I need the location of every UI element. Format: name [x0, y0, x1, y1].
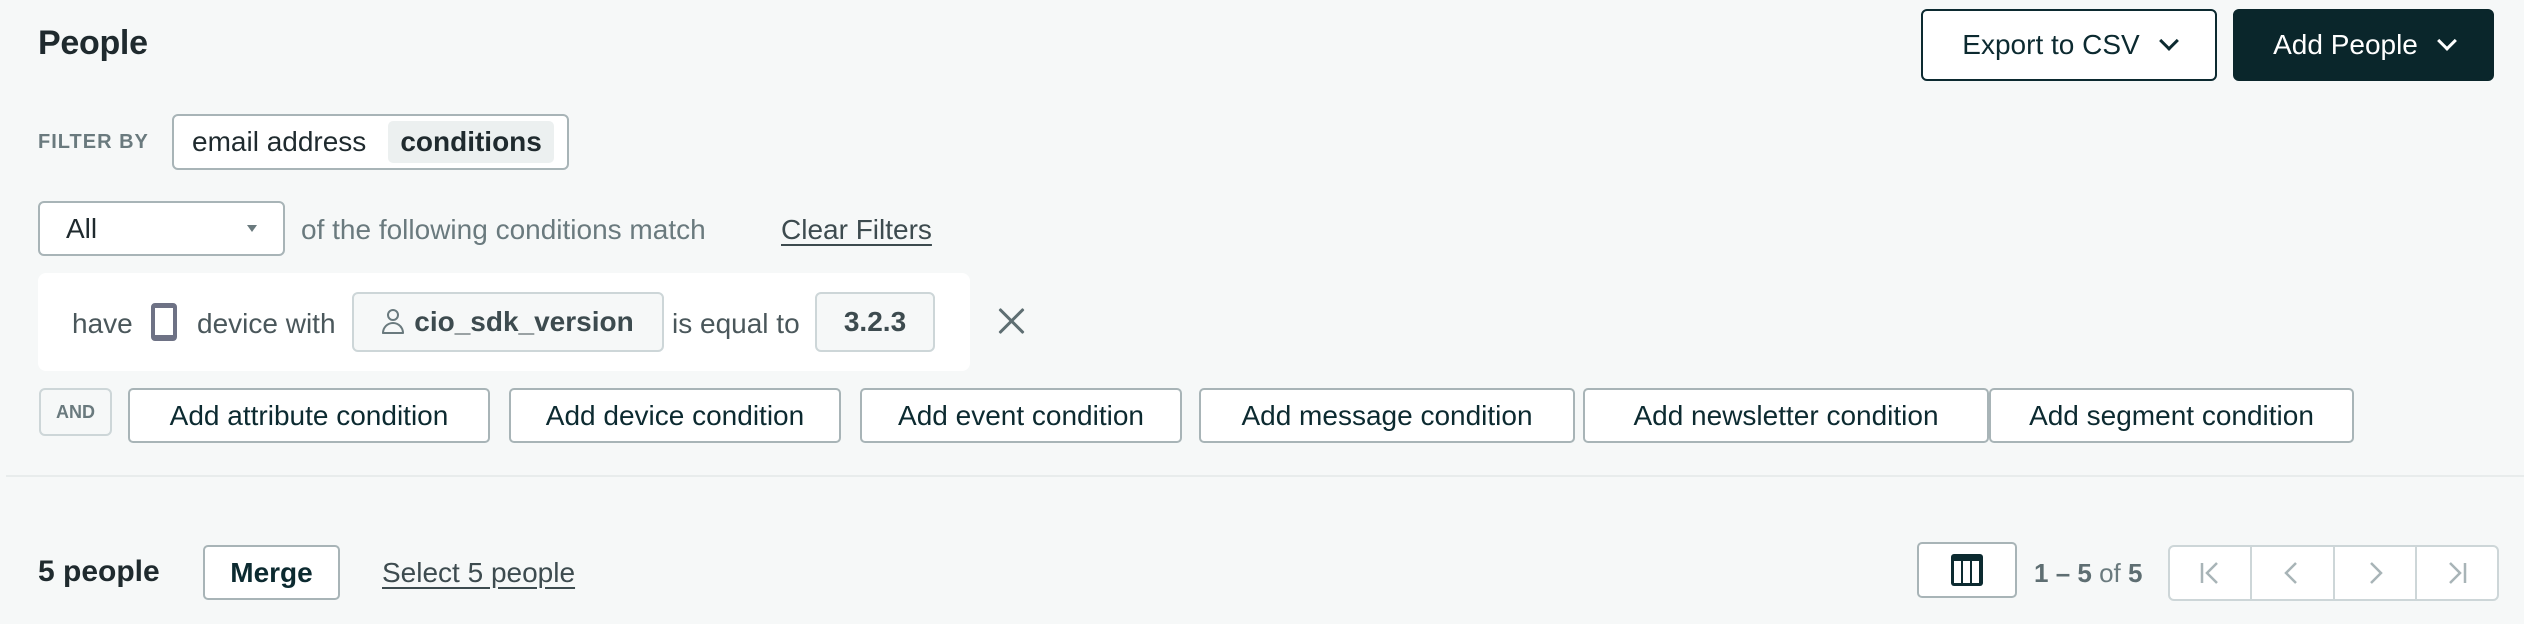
merge-button[interactable]: Merge	[203, 545, 340, 600]
chevron-down-icon	[2436, 31, 2457, 51]
section-divider	[6, 475, 2524, 477]
condition-value-chip[interactable]: 3.2.3	[815, 292, 935, 352]
condition-operator: is equal to	[672, 308, 800, 339]
select-all-people-link[interactable]: Select 5 people	[382, 557, 575, 589]
columns-icon	[1951, 554, 1983, 586]
last-page-button[interactable]	[2417, 547, 2497, 599]
condition-attribute: cio_sdk_version	[414, 306, 634, 337]
chevron-right-icon	[2369, 562, 2383, 584]
export-to-csv-button[interactable]: Export to CSV	[1921, 9, 2217, 81]
filter-option-email-address[interactable]: email address	[180, 121, 378, 163]
add-people-button[interactable]: Add People	[2233, 9, 2494, 81]
pagination-controls	[2168, 545, 2499, 601]
add-event-condition-button[interactable]: Add event condition	[860, 388, 1182, 443]
condition-device-text: device with	[197, 308, 336, 339]
close-icon[interactable]	[996, 306, 1026, 336]
next-page-button[interactable]	[2335, 547, 2417, 599]
caret-down-icon	[247, 225, 257, 232]
chevron-left-icon	[2284, 562, 2298, 584]
add-people-button-label: Add People	[2273, 29, 2418, 60]
first-page-button[interactable]	[2170, 547, 2253, 599]
condition-attribute-chip[interactable]: cio_sdk_version	[352, 292, 664, 352]
match-description: of the following conditions match	[301, 214, 706, 245]
export-button-label: Export to CSV	[1962, 29, 2140, 60]
filter-by-label: FILTER BY	[38, 131, 149, 153]
page-title: People	[38, 24, 148, 62]
add-newsletter-condition-button[interactable]: Add newsletter condition	[1583, 388, 1989, 443]
last-page-icon	[2448, 562, 2467, 584]
clear-filters-link[interactable]: Clear Filters	[781, 214, 932, 246]
filter-option-conditions[interactable]: conditions	[388, 121, 554, 163]
chevron-down-icon	[2158, 31, 2179, 51]
condition-value: 3.2.3	[843, 306, 907, 337]
range-of: of	[2099, 558, 2121, 588]
and-joiner-badge: AND	[39, 388, 112, 436]
range-total: 5	[2128, 558, 2143, 588]
condition-prefix: have	[72, 308, 133, 339]
range-end: 5	[2077, 558, 2092, 588]
people-count: 5 people	[38, 555, 160, 588]
pagination-range: 1 – 5 of 5	[2034, 558, 2143, 588]
add-attribute-condition-button[interactable]: Add attribute condition	[128, 388, 490, 443]
add-message-condition-button[interactable]: Add message condition	[1199, 388, 1575, 443]
phone-icon	[151, 303, 177, 341]
match-type-select[interactable]: All	[38, 201, 285, 256]
range-start: 1	[2034, 558, 2049, 588]
column-settings-button[interactable]	[1917, 542, 2017, 598]
add-segment-condition-button[interactable]: Add segment condition	[1989, 388, 2354, 443]
filter-mode-toggle: email address conditions	[172, 114, 569, 170]
match-type-value: All	[66, 212, 98, 244]
add-device-condition-button[interactable]: Add device condition	[509, 388, 841, 443]
person-icon	[382, 309, 405, 335]
first-page-icon	[2200, 562, 2219, 584]
previous-page-button[interactable]	[2252, 547, 2335, 599]
